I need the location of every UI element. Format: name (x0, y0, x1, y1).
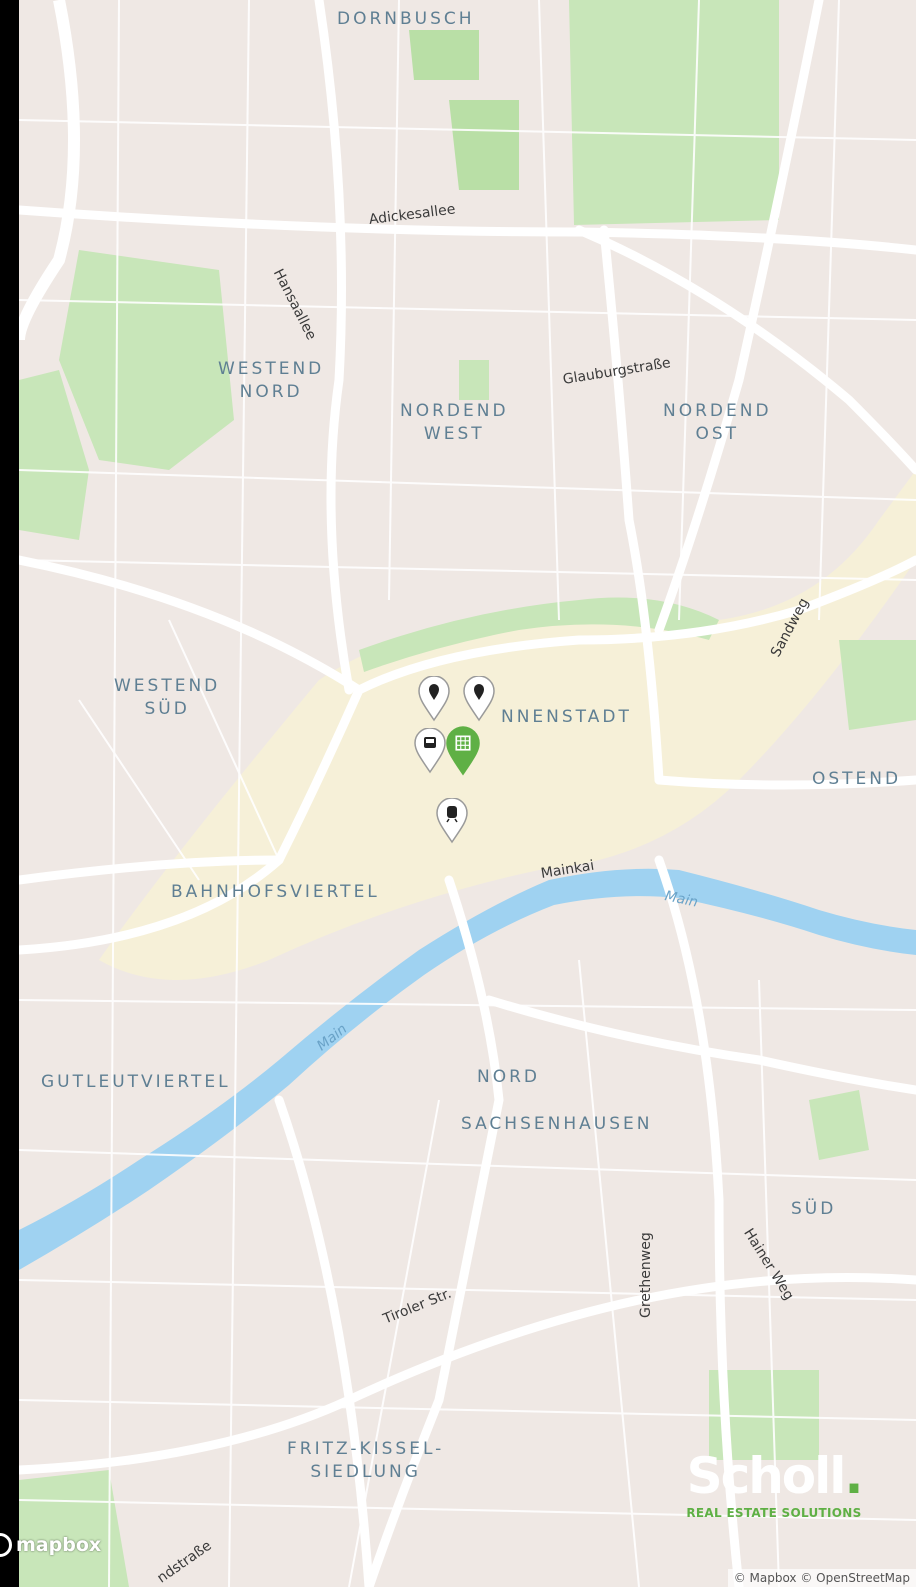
district-label-ostend: OSTEND (812, 769, 902, 789)
location-pin-icon[interactable] (462, 676, 496, 722)
district-label-westend-sued: WESTEND SÜD (114, 676, 221, 719)
bus-icon[interactable] (413, 728, 447, 774)
brand-logo: Scholl. REAL ESTATE SOLUTIONS (674, 1448, 874, 1520)
park-east (839, 640, 916, 730)
park-dornbusch (409, 30, 479, 80)
district-label-fritz-kissel: FRITZ-KISSEL- SIEDLUNG (287, 1439, 445, 1482)
district-label-nordend-west: NORDEND WEST (400, 401, 509, 444)
street-label-grethenweg: Grethenweg (638, 1232, 654, 1318)
district-label-innenstadt: NNENSTADT (501, 707, 632, 727)
map-base (19, 0, 916, 1587)
district-label-nord: NORD (477, 1067, 540, 1087)
park-westend (59, 250, 234, 470)
district-label-sachsenhausen: SACHSENHAUSEN (461, 1114, 653, 1134)
map-view[interactable]: DORNBUSCH WESTEND NORD NORDEND WEST NORD… (19, 0, 916, 1587)
mapbox-logo[interactable]: mapbox (0, 1533, 101, 1557)
district-label-westend-nord: WESTEND NORD (218, 359, 325, 402)
mapbox-icon (0, 1533, 12, 1557)
park-southwest (19, 1470, 129, 1587)
mapbox-wordmark: mapbox (16, 1534, 102, 1556)
park-sued (809, 1090, 869, 1160)
brand-tagline: REAL ESTATE SOLUTIONS (686, 1506, 862, 1520)
location-pin-icon[interactable] (417, 676, 451, 722)
highway-west (19, 0, 80, 341)
park-north (569, 0, 779, 225)
park-sports (449, 100, 519, 190)
brand-name: Scholl. (686, 1447, 864, 1505)
district-label-nordend-ost: NORDEND OST (663, 401, 772, 444)
map-attribution[interactable]: © Mapbox © OpenStreetMap (727, 1569, 916, 1587)
district-label-sued: SÜD (791, 1199, 837, 1219)
district-label-gutleutviertel: GUTLEUTVIERTEL (41, 1072, 231, 1092)
train-icon[interactable] (435, 798, 469, 844)
district-label-dornbusch: DORNBUSCH (337, 9, 475, 29)
district-label-bahnhofsviertel: BAHNHOFSVIERTEL (171, 882, 380, 902)
park-nordend (459, 360, 489, 400)
property-marker-building-icon[interactable] (444, 726, 482, 778)
